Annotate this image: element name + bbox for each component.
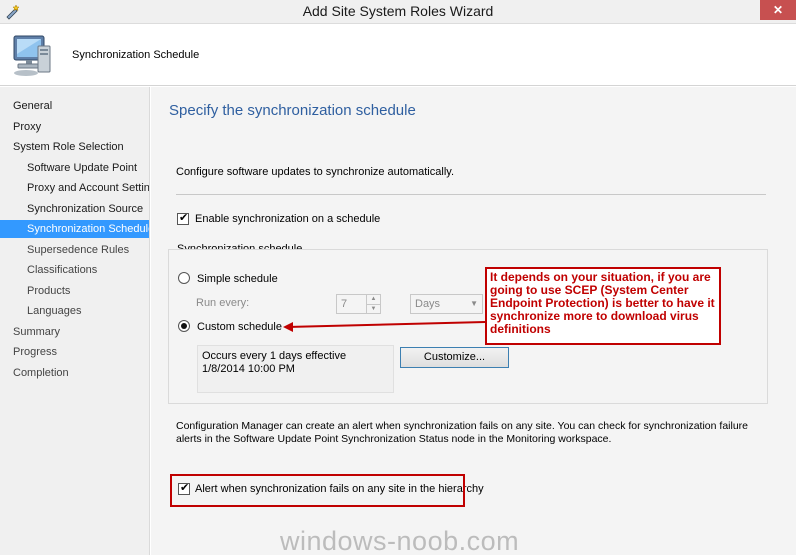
window-title: Add Site System Roles Wizard [302,3,494,19]
nav-item-supersedence-rules[interactable]: Supersedence Rules [27,241,129,259]
wizard-nav: General Proxy System Role Selection Soft… [0,87,150,555]
nav-item-system-role-selection[interactable]: System Role Selection [13,138,124,156]
computer-icon [13,35,51,76]
header-title: Synchronization Schedule [72,49,200,61]
nav-item-summary[interactable]: Summary [13,323,60,341]
nav-item-languages[interactable]: Languages [27,302,81,320]
nav-item-classifications[interactable]: Classifications [27,261,97,279]
nav-item-software-update-point[interactable]: Software Update Point [27,159,137,177]
close-button[interactable]: ✕ [760,0,796,20]
nav-item-synchronization-schedule[interactable]: Synchronization Schedule [0,220,149,238]
nav-item-proxy-account-settings[interactable]: Proxy and Account Settin [27,179,149,197]
wizard-header: Synchronization Schedule [0,24,796,86]
nav-item-proxy[interactable]: Proxy [13,118,41,136]
title-bar: Add Site System Roles Wizard ✕ [0,0,796,24]
annotation-arrow [283,321,486,332]
watermark: windows-noob.com [280,526,520,555]
nav-item-completion[interactable]: Completion [13,364,69,382]
nav-item-products[interactable]: Products [27,282,70,300]
nav-item-general[interactable]: General [13,97,52,115]
content-panel: Specify the synchronization schedule Con… [151,87,796,555]
nav-item-synchronization-source[interactable]: Synchronization Source [27,200,143,218]
nav-item-progress[interactable]: Progress [13,343,57,361]
